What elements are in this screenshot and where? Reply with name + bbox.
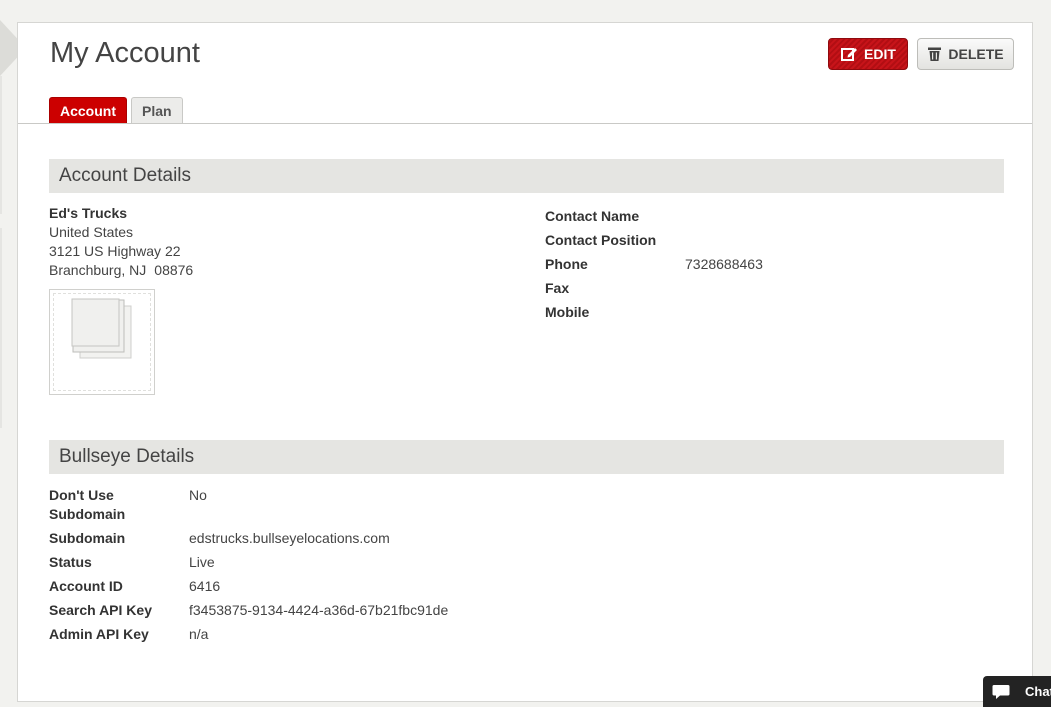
account-id-value: 6416 bbox=[189, 578, 221, 594]
tab-plan[interactable]: Plan bbox=[131, 97, 183, 123]
detail-row: Account ID 6416 bbox=[49, 575, 448, 599]
logo-placeholder[interactable] bbox=[49, 289, 155, 395]
bullseye-details-heading: Bullseye Details bbox=[59, 446, 195, 467]
delete-label: DELETE bbox=[948, 46, 1004, 62]
detail-row: Search API Key f3453875-9134-4424-a36d-6… bbox=[49, 599, 448, 623]
search-api-key-value: f3453875-9134-4424-a36d-67b21fbc91de bbox=[189, 602, 449, 618]
contact-row: Contact Position bbox=[545, 228, 763, 252]
account-details-heading: Account Details bbox=[59, 165, 192, 186]
contact-name-label: Contact Name bbox=[545, 208, 640, 224]
detail-row: Don't Use Subdomain No bbox=[49, 484, 448, 527]
street-address: 3121 US Highway 22 bbox=[49, 243, 181, 259]
edit-icon bbox=[841, 48, 858, 61]
sidebar-edge bbox=[0, 228, 2, 428]
contact-row: Phone 7328688463 bbox=[545, 252, 763, 276]
admin-api-key-value: n/a bbox=[189, 626, 209, 642]
dont-use-subdomain-value: No bbox=[189, 487, 207, 503]
country: United States bbox=[49, 224, 134, 240]
chat-bubble-icon bbox=[992, 684, 1010, 699]
tab-bar: Account Plan bbox=[49, 97, 183, 123]
mobile-label: Mobile bbox=[545, 304, 590, 320]
contact-position-label: Contact Position bbox=[545, 232, 657, 248]
sidebar-edge bbox=[0, 76, 2, 214]
page-title: My Account bbox=[50, 37, 200, 69]
account-details-header: Account Details bbox=[49, 159, 1004, 193]
city-line: Branchburg, NJ 08876 bbox=[49, 261, 193, 280]
account-id-label: Account ID bbox=[49, 578, 123, 594]
dont-use-subdomain-label: Don't Use Subdomain bbox=[49, 487, 126, 522]
detail-row: Subdomain edstrucks.bullseyelocations.co… bbox=[49, 527, 448, 551]
delete-button[interactable]: DELETE bbox=[917, 38, 1014, 70]
tab-account[interactable]: Account bbox=[49, 97, 127, 123]
bullseye-details: Don't Use Subdomain No Subdomain edstruc… bbox=[49, 484, 448, 647]
tab-divider bbox=[18, 123, 1032, 124]
subdomain-value: edstrucks.bullseyelocations.com bbox=[189, 530, 390, 546]
edit-label: EDIT bbox=[864, 46, 896, 62]
status-value: Live bbox=[189, 554, 215, 570]
account-panel: My Account EDIT DELETE Account Plan Acco… bbox=[17, 22, 1033, 702]
zip-code: 08876 bbox=[154, 262, 194, 278]
chat-button[interactable]: Chat bbox=[983, 676, 1051, 707]
company-name: Ed's Trucks bbox=[49, 205, 128, 221]
contact-info: Contact Name Contact Position Phone 7328… bbox=[545, 204, 763, 324]
bullseye-details-header: Bullseye Details bbox=[49, 440, 1004, 474]
search-api-key-label: Search API Key bbox=[49, 602, 152, 618]
admin-api-key-label: Admin API Key bbox=[49, 626, 149, 642]
edit-button[interactable]: EDIT bbox=[828, 38, 908, 70]
fax-label: Fax bbox=[545, 280, 570, 296]
city-state: Branchburg, NJ bbox=[49, 262, 147, 278]
subdomain-label: Subdomain bbox=[49, 530, 126, 546]
contact-row: Mobile bbox=[545, 300, 763, 324]
image-placeholder-icon bbox=[71, 298, 132, 359]
contact-row: Contact Name bbox=[545, 204, 763, 228]
phone-label: Phone bbox=[545, 256, 588, 272]
address-block: Ed's Trucks United States 3121 US Highwa… bbox=[49, 204, 193, 280]
detail-row: Status Live bbox=[49, 551, 448, 575]
contact-row: Fax bbox=[545, 276, 763, 300]
detail-row: Admin API Key n/a bbox=[49, 623, 448, 647]
phone-value: 7328688463 bbox=[685, 256, 763, 272]
chat-label: Chat bbox=[1025, 684, 1051, 699]
status-label: Status bbox=[49, 554, 92, 570]
trash-icon bbox=[928, 47, 942, 61]
